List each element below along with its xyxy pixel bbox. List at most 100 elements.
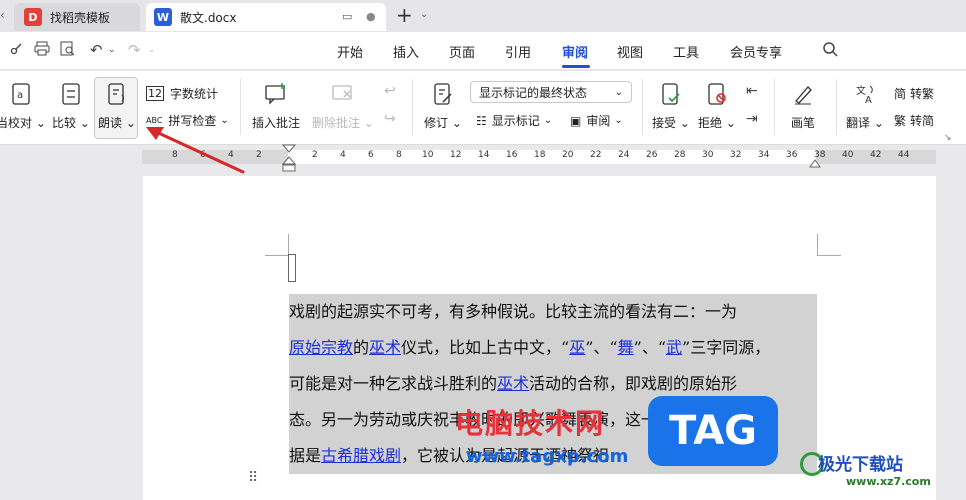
delete-comment-button[interactable]: 删除批注 ⌄	[312, 81, 374, 131]
window-mode-icon[interactable]: ▭	[342, 10, 352, 23]
link-dance[interactable]: 舞	[618, 338, 634, 357]
ruler-tick: 28	[674, 150, 686, 160]
link-witchcraft[interactable]: 巫术	[369, 338, 401, 357]
word-doc-icon: W	[154, 8, 172, 26]
margin-corner-top-right	[817, 234, 841, 256]
ruler-tick: 20	[562, 150, 574, 160]
markup-state-select[interactable]: 显示标记的最终状态 ⌄	[470, 81, 632, 103]
accept-button[interactable]: 接受 ⌄	[652, 81, 690, 131]
ruler-tick: 30	[702, 150, 714, 160]
menu-page[interactable]: 页面	[449, 42, 475, 61]
previous-comment-icon[interactable]: ↩	[384, 83, 396, 99]
redo-icon[interactable]: ↷	[128, 41, 141, 59]
spell-check-button[interactable]: ABC 拼写检查 ⌄	[146, 112, 229, 129]
tab-document[interactable]: W 散文.docx ▭ ●	[146, 3, 386, 31]
word-count-button[interactable]: 12 字数统计	[146, 85, 218, 102]
ruler-tick: 22	[590, 150, 602, 160]
link-primitive-religion[interactable]: 原始宗教	[289, 338, 353, 357]
active-menu-indicator	[562, 65, 590, 68]
ruler-tick: 42	[870, 150, 882, 160]
ruler-tick: 6	[200, 150, 206, 160]
undo-icon[interactable]: ↶	[90, 41, 103, 59]
back-icon[interactable]: ‹	[0, 8, 5, 22]
tab-list-chevron-icon[interactable]: ⌄	[420, 9, 428, 20]
menu-membership[interactable]: 会员专享	[730, 42, 782, 61]
to-traditional-label: 转繁	[910, 87, 935, 101]
delete-comment-label: 删除批注 ⌄	[312, 116, 374, 130]
proofread-icon: a	[8, 81, 34, 107]
show-markup-button[interactable]: ☷ 显示标记 ⌄	[476, 112, 552, 129]
right-indent-marker-icon[interactable]	[809, 156, 821, 168]
insert-comment-button[interactable]: 插入批注	[252, 81, 300, 131]
ribbon-separator	[642, 79, 643, 135]
menu-home[interactable]: 开始	[337, 42, 363, 61]
link-greek-drama[interactable]: 古希腊戏剧	[321, 446, 401, 465]
tab-template[interactable]: D 找稻壳模板	[14, 3, 140, 31]
tab-bar: ‹ D 找稻壳模板 W 散文.docx ▭ ● + ⌄	[0, 0, 966, 32]
unsaved-dot-icon[interactable]: ●	[366, 10, 376, 23]
next-comment-icon[interactable]: ↪	[384, 111, 396, 127]
reject-button[interactable]: 拒绝 ⌄	[698, 81, 736, 131]
ruler-tick: 18	[534, 150, 546, 160]
review-ribbon: a 当校对 ⌄ 比较 ⌄ 朗读 ⌄ 12 字数统计 ABC 拼写检查 ⌄ 插入批…	[0, 71, 966, 145]
share-icon[interactable]	[10, 41, 24, 59]
indent-marker-icon[interactable]	[282, 144, 296, 172]
menu-review[interactable]: 审阅	[562, 42, 588, 61]
ribbon-separator	[774, 79, 775, 135]
print-preview-icon[interactable]	[60, 41, 76, 60]
menu-bar: ↶ ⌄ ↷ ⌄ 开始 插入 页面 引用 审阅 视图 工具 会员专享	[0, 32, 966, 70]
insert-comment-icon	[263, 81, 289, 107]
watermark-brand-url: www.xz7.com	[846, 475, 931, 488]
markup-state-value: 显示标记的最终状态	[479, 85, 588, 100]
svg-text:a: a	[17, 90, 23, 101]
ruler-tick: 36	[786, 150, 798, 160]
spell-check-icon: ABC	[146, 116, 163, 125]
compare-button[interactable]: 比较 ⌄	[52, 81, 90, 131]
ruler-tick: 8	[172, 150, 178, 160]
undo-chevron-icon[interactable]: ⌄	[108, 45, 116, 55]
next-revision-icon[interactable]: ⇥	[746, 111, 758, 127]
menu-tools[interactable]: 工具	[673, 42, 699, 61]
previous-revision-icon[interactable]: ⇤	[746, 83, 758, 99]
pen-icon	[790, 81, 816, 107]
svg-text:A: A	[865, 95, 872, 105]
to-simplified-button[interactable]: 繁 转简	[894, 112, 934, 129]
ruler-tick: 32	[730, 150, 742, 160]
chevron-down-icon: ⌄	[614, 86, 623, 98]
reject-icon	[704, 81, 730, 107]
accept-label: 接受 ⌄	[652, 116, 690, 130]
reject-label: 拒绝 ⌄	[698, 116, 736, 130]
menu-view[interactable]: 视图	[617, 42, 643, 61]
search-icon[interactable]	[822, 41, 838, 61]
menu-references[interactable]: 引用	[505, 42, 531, 61]
to-traditional-button[interactable]: 简 转繁	[894, 85, 934, 102]
ruler-tick: 26	[646, 150, 658, 160]
read-aloud-label: 朗读 ⌄	[98, 116, 136, 130]
margin-corner-top-left	[265, 234, 289, 256]
proofread-button[interactable]: a 当校对 ⌄	[0, 81, 46, 131]
redo-chevron-icon[interactable]: ⌄	[148, 45, 156, 55]
ruler-tick: 4	[228, 150, 234, 160]
ruler-tick: 4	[340, 150, 346, 160]
revise-label: 修订 ⌄	[424, 116, 462, 130]
read-aloud-button[interactable]: 朗读 ⌄	[98, 81, 136, 131]
template-icon: D	[24, 8, 42, 26]
link-martial[interactable]: 武	[666, 338, 682, 357]
word-count-label: 字数统计	[170, 87, 219, 101]
watermark-brand: 极光下载站	[818, 455, 903, 475]
print-icon[interactable]	[34, 41, 50, 60]
review-pane-button[interactable]: ▣ 审阅 ⌄	[570, 112, 623, 129]
tab-template-label: 找稻壳模板	[50, 10, 111, 25]
pen-button[interactable]: 画笔	[790, 81, 816, 131]
link-witchcraft-2[interactable]: 巫术	[497, 374, 529, 393]
link-wu[interactable]: 巫	[569, 338, 585, 357]
menu-insert[interactable]: 插入	[393, 42, 419, 61]
ruler-tick: 6	[368, 150, 374, 160]
revise-button[interactable]: 修订 ⌄	[424, 81, 462, 131]
drag-handle-icon[interactable]: ⠿	[248, 470, 258, 486]
new-tab-button[interactable]: +	[396, 3, 413, 27]
proofread-label: 当校对 ⌄	[0, 116, 46, 130]
to-simplified-label: 转简	[910, 114, 935, 128]
ribbon-expand-icon[interactable]: ↘	[944, 133, 952, 143]
translate-button[interactable]: 文A 翻译 ⌄	[846, 81, 884, 131]
